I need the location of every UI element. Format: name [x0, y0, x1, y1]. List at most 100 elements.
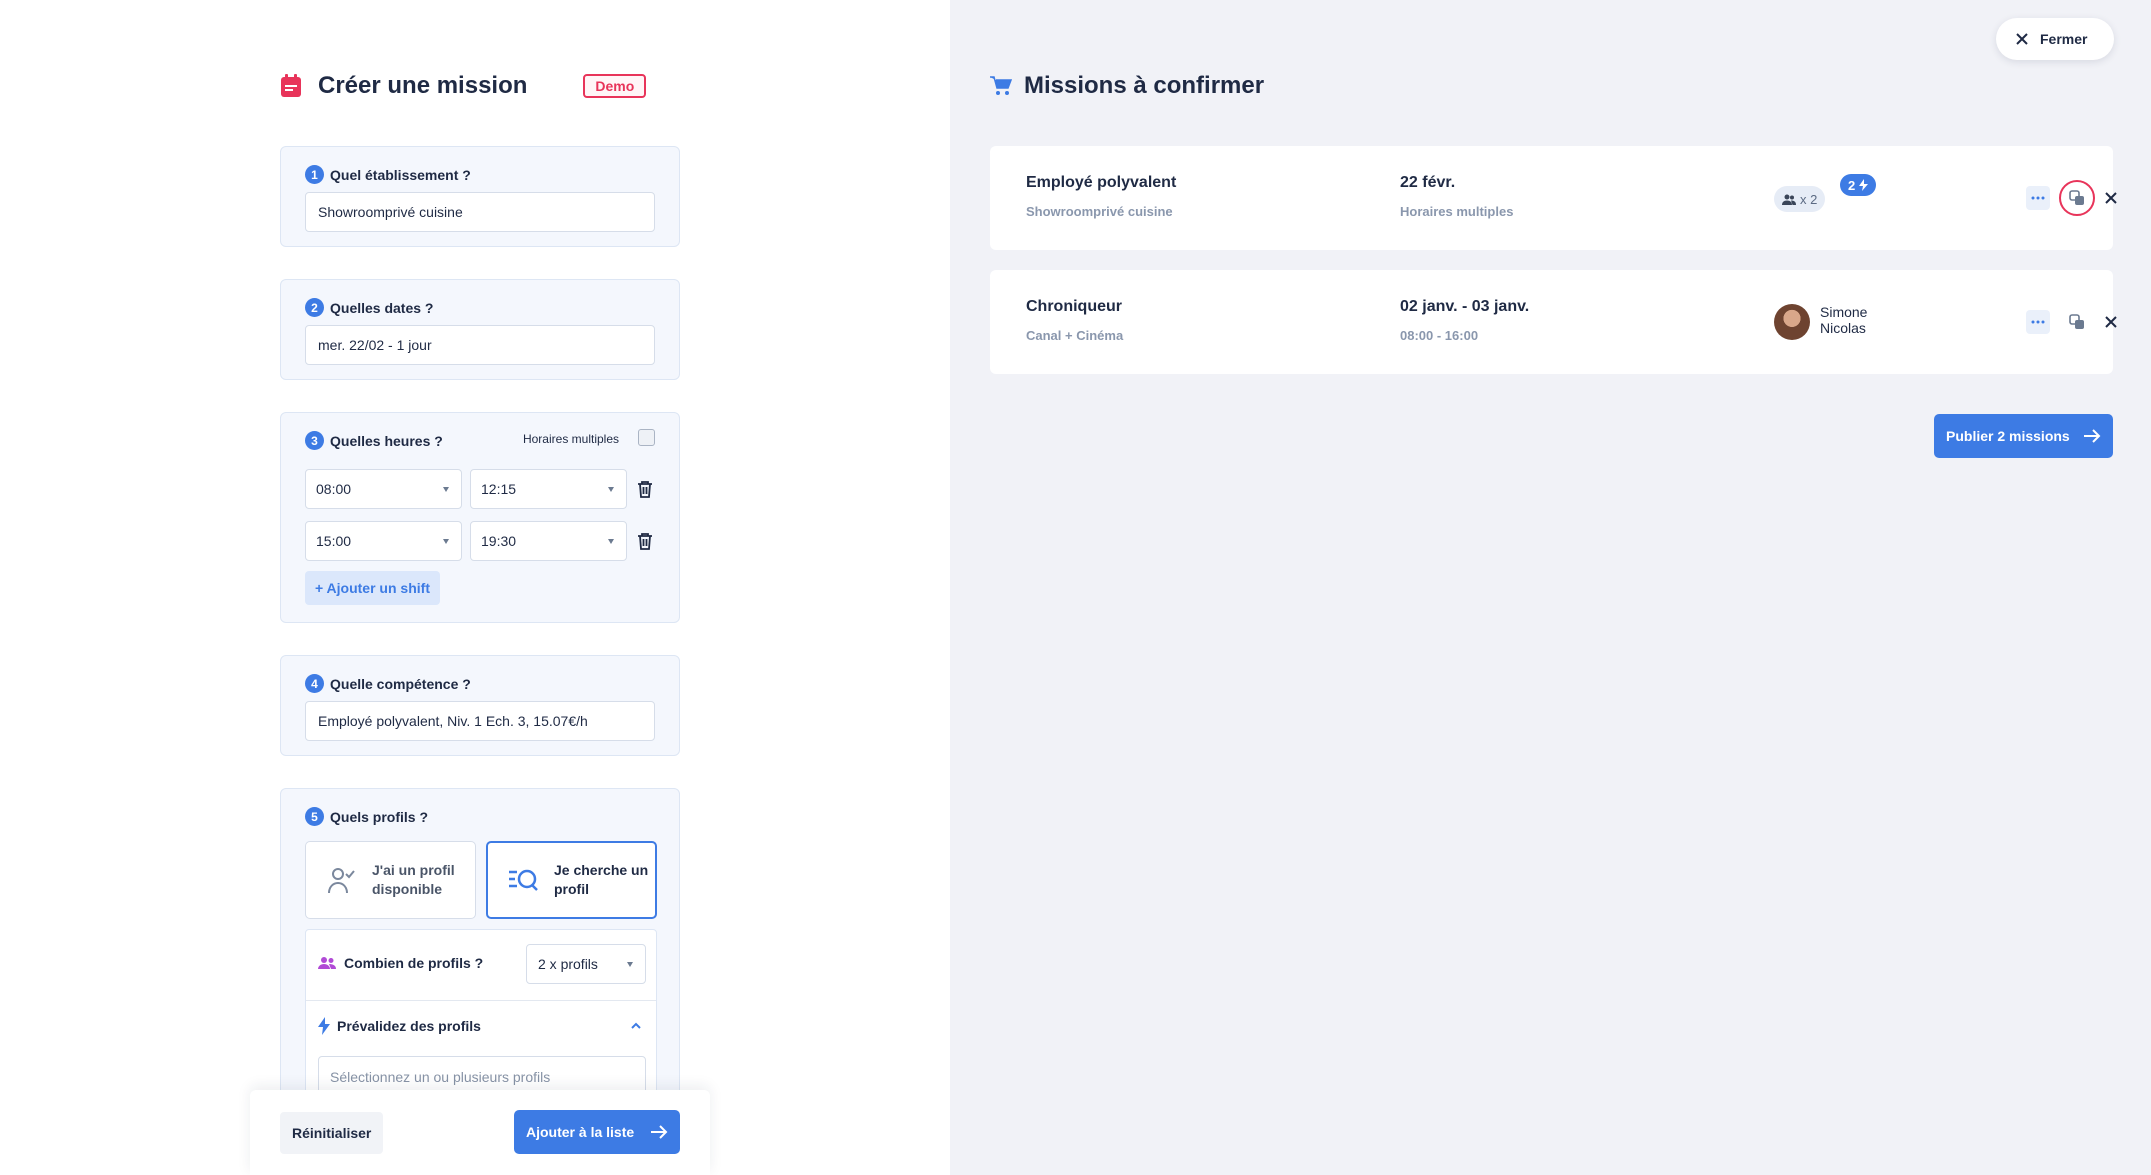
- select-value: 08:00: [316, 481, 352, 497]
- create-mission-panel: Créer une mission Demo 1 Quel établissem…: [0, 0, 950, 1175]
- missions-header: Missions à confirmer: [990, 66, 1264, 106]
- mission-title: Chroniqueur: [1026, 298, 1122, 315]
- form-footer: Réinitialiser Ajouter à la liste: [250, 1090, 710, 1175]
- step-4-label: 4 Quelle compétence ?: [305, 674, 471, 693]
- caret-down-icon: [443, 539, 449, 544]
- mission-card: Chroniqueur Canal + Cinéma 02 janv. - 03…: [990, 270, 2117, 374]
- option-label: Je cherche un profil: [554, 862, 649, 897]
- select-value: 12:15: [481, 481, 517, 497]
- add-shift-button[interactable]: + Ajouter un shift: [305, 571, 440, 605]
- shift-2-end-select[interactable]: 19:30: [470, 521, 627, 561]
- count-text: x 2: [1800, 191, 1818, 207]
- prevalidate-label: Prévalidez des profils: [337, 1018, 481, 1034]
- search-list-icon: [509, 869, 538, 891]
- more-icon: [2031, 196, 2045, 200]
- create-mission-header: Créer une mission Demo: [280, 66, 647, 106]
- select-value: 15:00: [316, 533, 352, 549]
- skill-card: 4 Quelle compétence ? Employé polyvalent…: [280, 655, 680, 756]
- multiple-hours-checkbox[interactable]: [638, 429, 655, 446]
- more-options-button[interactable]: [2026, 310, 2050, 334]
- close-icon: [2105, 192, 2117, 204]
- mission-title: Employé polyvalent: [1026, 174, 1177, 191]
- prevalidate-row[interactable]: Prévalidez des profils: [318, 1017, 481, 1035]
- mission-time: Horaires multiples: [1400, 204, 1514, 219]
- mission-card: Employé polyvalent Showroomprivé cuisine…: [990, 146, 2117, 250]
- step-number: 2: [305, 298, 324, 317]
- users-icon: [1782, 194, 1796, 205]
- step-label-text: Quelles dates ?: [330, 299, 434, 316]
- more-icon: [2031, 320, 2045, 324]
- missions-title: Missions à confirmer: [1024, 72, 1265, 99]
- caret-down-icon: [608, 539, 614, 544]
- page-title: Créer une mission: [318, 72, 528, 99]
- hours-card: 3 Quelles heures ? Horaires multiples 08…: [280, 412, 680, 623]
- lightning-icon: [318, 1017, 330, 1035]
- step-3-label: 3 Quelles heures ?: [305, 431, 443, 450]
- step-5-label: 5 Quels profils ?: [305, 807, 428, 826]
- close-label: Fermer: [2040, 31, 2088, 47]
- arrow-right-icon: [651, 1125, 668, 1139]
- establishment-card: 1 Quel établissement ? Showroomprivé cui…: [280, 146, 680, 247]
- caret-down-icon: [608, 487, 614, 492]
- select-value: 2 x profils: [538, 956, 598, 972]
- divider: [306, 1000, 656, 1001]
- calendar-icon: [280, 74, 302, 98]
- mission-place: Showroomprivé cuisine: [1026, 204, 1173, 219]
- step-label-text: Quelle compétence ?: [330, 675, 471, 692]
- close-button[interactable]: Fermer: [1996, 18, 2114, 60]
- user-check-icon: [328, 868, 355, 894]
- demo-badge: Demo: [583, 74, 647, 98]
- person-name: Simone Nicolas: [1820, 304, 1868, 336]
- add-to-list-button[interactable]: Ajouter à la liste: [514, 1110, 680, 1154]
- reset-button[interactable]: Réinitialiser: [280, 1112, 384, 1154]
- button-label: Ajouter à la liste: [526, 1124, 635, 1140]
- caret-down-icon: [443, 487, 449, 492]
- skill-input[interactable]: Employé polyvalent, Niv. 1 Ech. 3, 15.07…: [305, 701, 655, 741]
- profile-count-badge: x 2: [1774, 186, 1826, 212]
- establishment-input[interactable]: Showroomprivé cuisine: [305, 192, 655, 232]
- missions-to-confirm-panel: Fermer Missions à confirmer Employé poly…: [950, 0, 2151, 1175]
- mission-date: 22 févr.: [1400, 174, 1456, 191]
- dates-input[interactable]: mer. 22/02 - 1 jour: [305, 325, 655, 365]
- shift-2-start-select[interactable]: 15:00: [305, 521, 462, 561]
- shift-1-end-select[interactable]: 12:15: [470, 469, 627, 509]
- profile-count-select[interactable]: 2 x profils: [526, 944, 646, 984]
- trash-icon[interactable]: [636, 532, 654, 550]
- mission-time: 08:00 - 16:00: [1400, 328, 1479, 343]
- dates-card: 2 Quelles dates ? mer. 22/02 - 1 jour: [280, 279, 680, 380]
- step-number: 4: [305, 674, 324, 693]
- more-options-button[interactable]: [2026, 186, 2050, 210]
- step-number: 3: [305, 431, 324, 450]
- profile-count-label: Combien de profils ?: [344, 955, 484, 971]
- profile-count-row: Combien de profils ?: [318, 955, 483, 971]
- step-number: 5: [305, 807, 324, 826]
- duplicate-button[interactable]: [2065, 310, 2089, 334]
- trash-icon[interactable]: [636, 480, 654, 498]
- option-have-profile[interactable]: J'ai un profil disponible: [305, 841, 476, 919]
- avatar: [1774, 304, 1810, 340]
- step-1-label: 1 Quel établissement ?: [305, 165, 471, 184]
- button-label: Publier 2 missions: [1946, 428, 2070, 444]
- step-number: 1: [305, 165, 324, 184]
- option-search-profile[interactable]: Je cherche un profil: [486, 841, 657, 919]
- shift-1-start-select[interactable]: 08:00: [305, 469, 462, 509]
- caret-down-icon: [627, 962, 633, 967]
- remove-mission-button[interactable]: [2099, 310, 2123, 334]
- duplicate-button[interactable]: [2059, 180, 2095, 216]
- arrow-right-icon: [2084, 429, 2101, 443]
- step-label-text: Quels profils ?: [330, 808, 429, 825]
- prevalidated-badge: 2: [1840, 174, 1877, 196]
- flash-count: 2: [1848, 177, 1856, 193]
- close-icon: [2105, 316, 2117, 328]
- cart-icon: [990, 76, 1012, 95]
- step-label-text: Quelles heures ?: [330, 432, 443, 449]
- duplicate-icon: [2069, 190, 2084, 205]
- remove-mission-button[interactable]: [2099, 186, 2123, 210]
- chevron-up-icon[interactable]: [630, 1020, 642, 1032]
- mission-date: 02 janv. - 03 janv.: [1400, 298, 1530, 315]
- step-2-label: 2 Quelles dates ?: [305, 298, 433, 317]
- users-icon: [318, 957, 336, 969]
- duplicate-icon: [2069, 314, 2084, 329]
- step-label-text: Quel établissement ?: [330, 166, 471, 183]
- publish-missions-button[interactable]: Publier 2 missions: [1934, 414, 2113, 458]
